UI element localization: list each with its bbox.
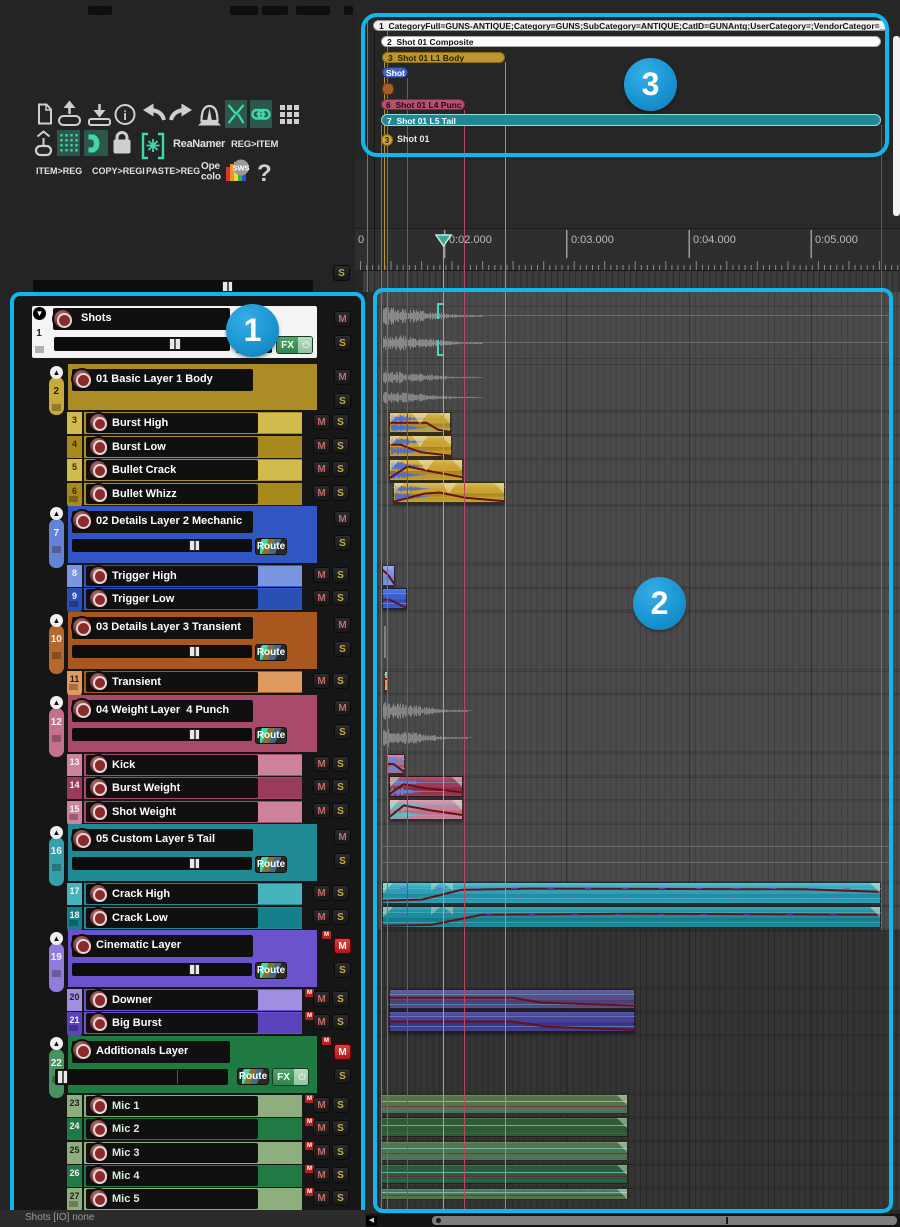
svg-text:Ope: Ope <box>201 161 220 172</box>
svg-text:COPY>REGI: COPY>REGI <box>92 166 145 176</box>
svg-text:i: i <box>123 108 127 123</box>
svg-text:ITEM>REG: ITEM>REG <box>36 166 82 176</box>
svg-text:?: ? <box>257 160 272 187</box>
svg-text:PASTE>REG: PASTE>REG <box>146 166 200 176</box>
svg-text:colo: colo <box>201 172 221 183</box>
svg-text:ReaNamer: ReaNamer <box>173 138 226 150</box>
svg-text:SWS: SWS <box>232 164 249 173</box>
svg-text:REG>ITEM: REG>ITEM <box>231 139 279 150</box>
